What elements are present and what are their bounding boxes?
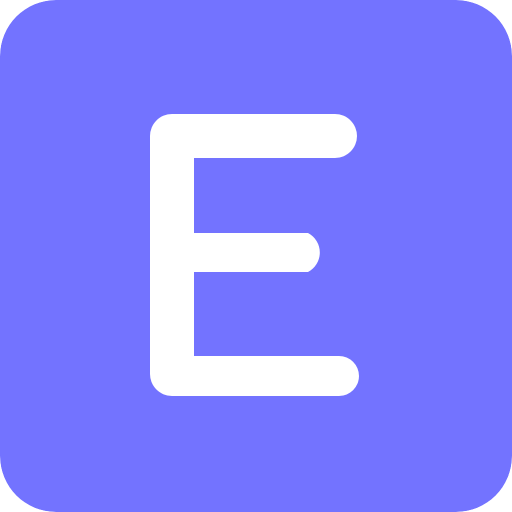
app-icon-tile [0,0,512,512]
letter-e-icon [0,0,512,512]
